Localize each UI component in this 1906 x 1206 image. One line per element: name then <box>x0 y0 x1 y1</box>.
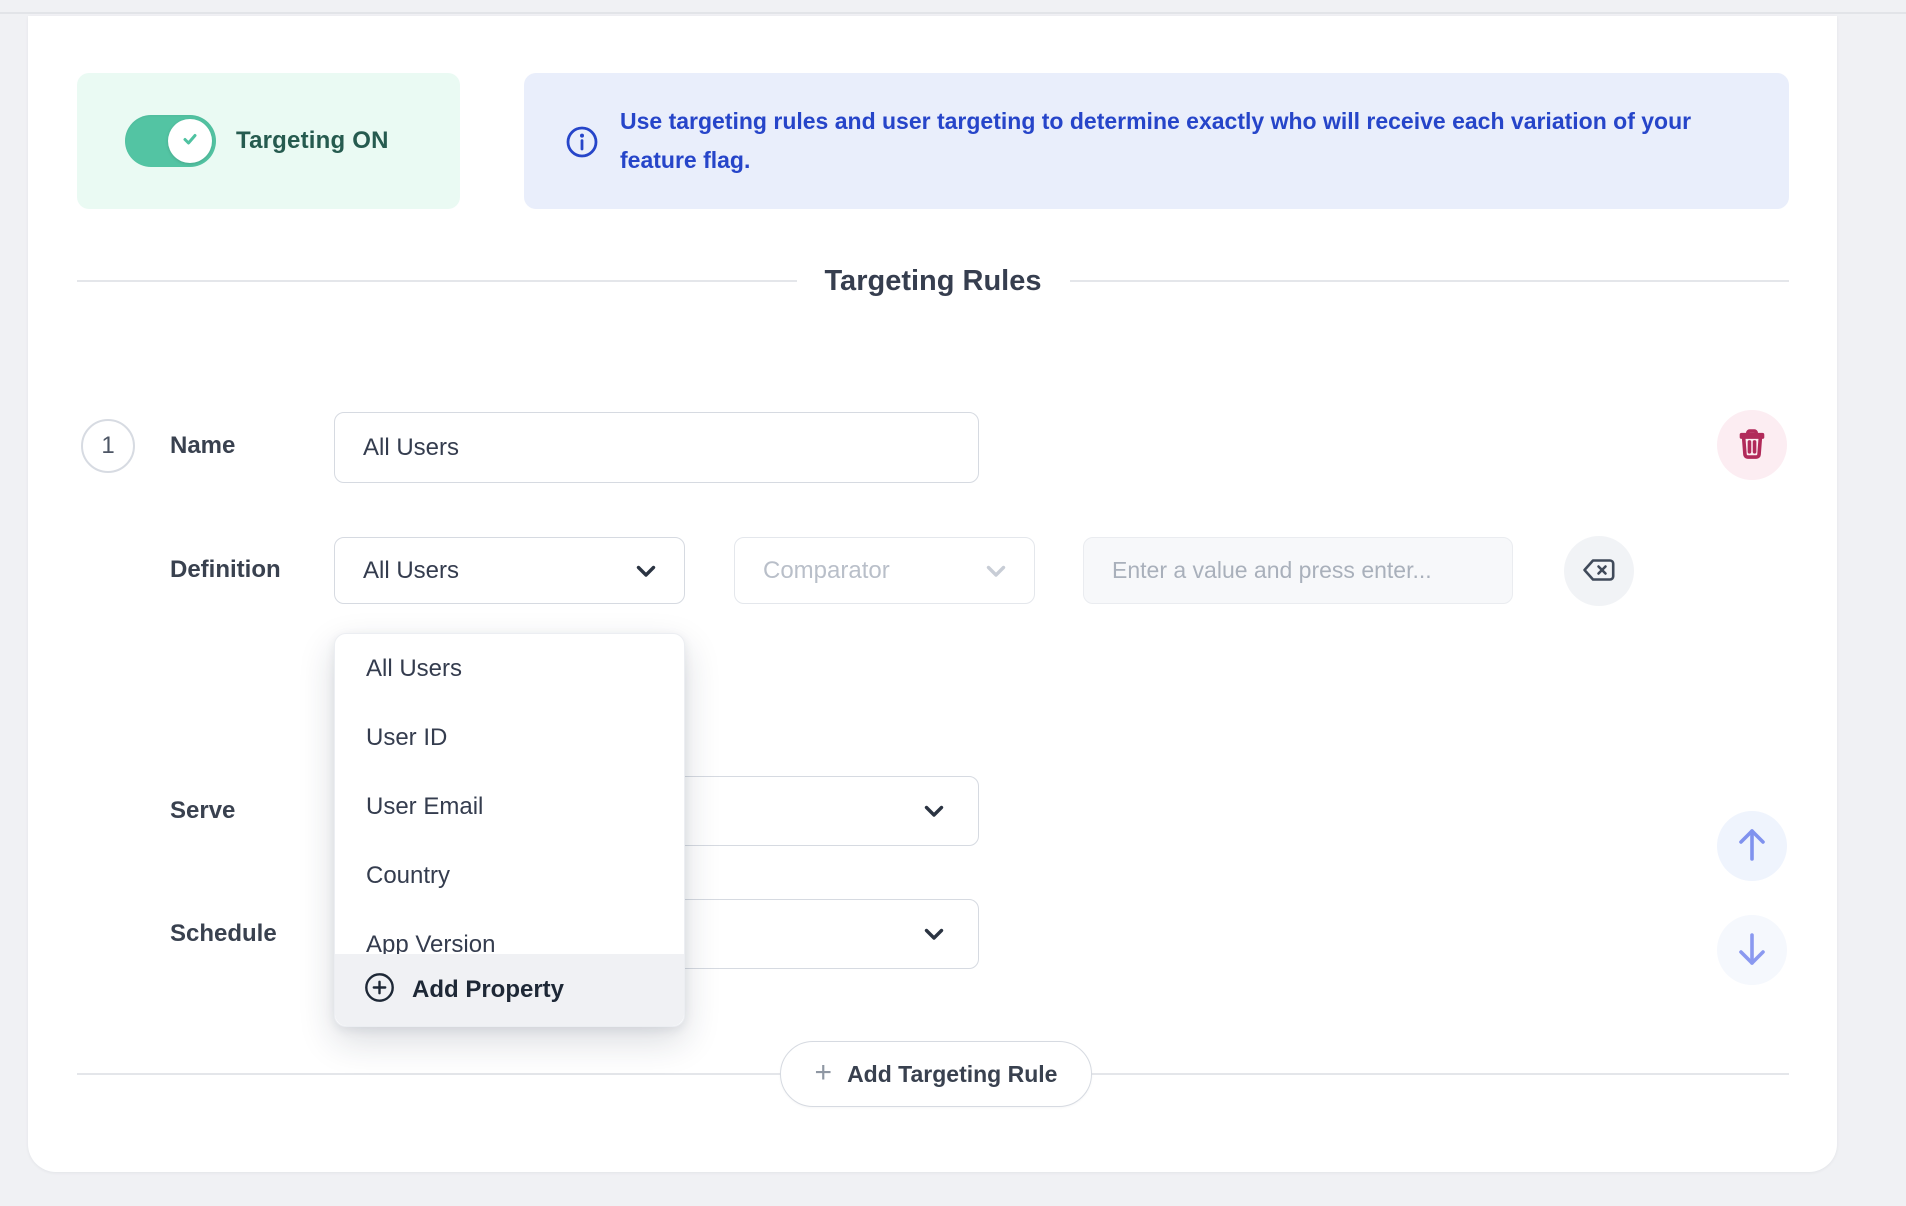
divider-line <box>1070 280 1790 282</box>
definition-property-select[interactable]: All Users <box>334 537 685 604</box>
arrow-up-icon <box>1735 825 1769 868</box>
delete-rule-button[interactable] <box>1717 410 1787 480</box>
divider-line <box>77 280 797 282</box>
add-property-label: Add Property <box>412 976 564 1004</box>
rule-name-input[interactable] <box>334 412 979 483</box>
dropdown-item-user-id[interactable]: User ID <box>335 703 684 772</box>
definition-value-input[interactable] <box>1083 537 1513 604</box>
definition-property-value: All Users <box>363 557 459 585</box>
chevron-down-icon <box>924 797 944 825</box>
name-label: Name <box>170 432 235 460</box>
add-targeting-rule-label: Add Targeting Rule <box>847 1061 1057 1088</box>
check-icon <box>178 127 202 156</box>
dropdown-item-app-version[interactable]: App Version <box>335 910 684 956</box>
dropdown-item-user-email[interactable]: User Email <box>335 772 684 841</box>
plus-circle-icon <box>364 972 395 1008</box>
backspace-icon <box>1580 556 1618 587</box>
info-banner: Use targeting rules and user targeting t… <box>524 73 1789 209</box>
targeting-status-label: Targeting ON <box>236 127 389 155</box>
chevron-down-icon <box>924 920 944 948</box>
info-icon <box>565 125 599 164</box>
add-targeting-rule-button[interactable]: + Add Targeting Rule <box>780 1041 1092 1107</box>
move-rule-down-button[interactable] <box>1717 915 1787 985</box>
comparator-select[interactable]: Comparator <box>734 537 1035 604</box>
toggle-knob <box>168 119 212 163</box>
section-divider: Targeting Rules <box>77 259 1789 303</box>
targeting-page: Targeting ON Use targeting rules and use… <box>0 0 1906 1206</box>
rule-number-badge: 1 <box>81 419 135 473</box>
targeting-toggle[interactable] <box>125 115 216 167</box>
top-strip <box>0 0 1906 14</box>
info-banner-text: Use targeting rules and user targeting t… <box>620 102 1700 180</box>
chevron-down-icon <box>986 557 1006 585</box>
serve-label: Serve <box>170 797 235 825</box>
plus-icon: + <box>815 1058 833 1088</box>
targeting-status-card: Targeting ON <box>77 73 460 209</box>
dropdown-item-all-users[interactable]: All Users <box>335 634 684 703</box>
arrow-down-icon <box>1735 929 1769 972</box>
clear-value-button[interactable] <box>1564 536 1634 606</box>
trash-icon <box>1734 426 1770 465</box>
section-title: Targeting Rules <box>825 265 1042 298</box>
definition-property-dropdown: All Users User ID User Email Country App… <box>334 633 685 1027</box>
dropdown-item-country[interactable]: Country <box>335 841 684 910</box>
comparator-placeholder: Comparator <box>763 557 890 585</box>
definition-label: Definition <box>170 556 281 584</box>
schedule-label: Schedule <box>170 920 277 948</box>
add-property-button[interactable]: Add Property <box>335 954 684 1026</box>
move-rule-up-button[interactable] <box>1717 811 1787 881</box>
dropdown-list: All Users User ID User Email Country App… <box>335 634 684 956</box>
chevron-down-icon <box>636 557 656 585</box>
